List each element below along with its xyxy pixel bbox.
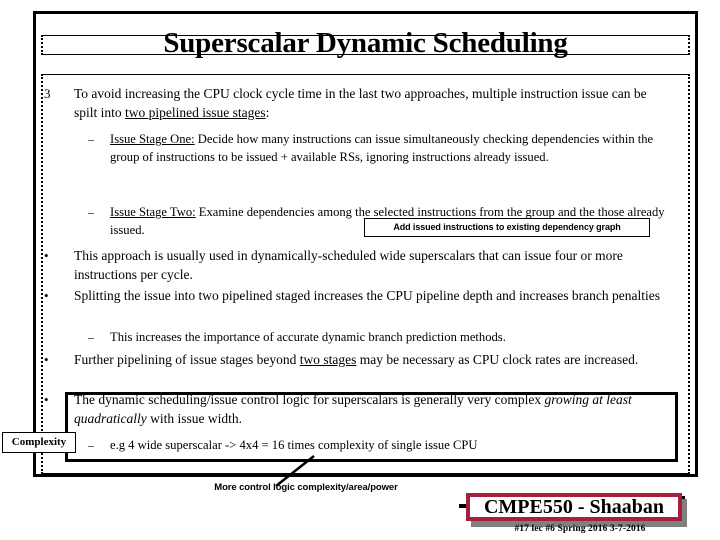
- bullet-marker-icon: •: [44, 288, 49, 303]
- course-badge: CMPE550 - Shaaban: [466, 493, 682, 521]
- complexity-tag: Complexity: [2, 432, 76, 453]
- bullet-item: • Further pipelining of issue stages beyo…: [44, 350, 689, 369]
- bullet-marker-icon: –: [88, 330, 94, 344]
- bullet-marker-icon: –: [88, 132, 94, 146]
- bullet-text-segment: Issue Stage One:: [110, 132, 195, 146]
- bullet-text-segment: Issue Stage Two:: [110, 205, 196, 219]
- bullet-text: Further pipelining of issue stages beyon…: [74, 350, 689, 369]
- diagram-caption: More control logic complexity/area/power: [214, 482, 398, 493]
- bullet-item: – This increases the importance of accura…: [88, 328, 672, 346]
- bullet-text: Issue Stage One: Decide how many instruc…: [110, 130, 672, 166]
- bullet-text: Splitting the issue into two pipelined s…: [74, 286, 672, 305]
- bullet-text-segment: Further pipelining of issue stages beyon…: [74, 352, 300, 367]
- bullet-text-segment: This approach is usually used in dynamic…: [74, 248, 623, 282]
- bullet-marker-icon: •: [44, 352, 49, 367]
- complexity-highlight-box: [65, 392, 678, 462]
- bullet-text-segment: may be necessary as CPU clock rates are …: [356, 352, 639, 367]
- footer-meta: #17 lec #6 Spring 2016 3-7-2016: [514, 524, 646, 534]
- bullet-text: This approach is usually used in dynamic…: [74, 246, 689, 284]
- bullet-text-segment: This increases the importance of accurat…: [110, 330, 506, 344]
- bullet-text-segment: two stages: [299, 352, 357, 367]
- bullet-item: 3 To avoid increasing the CPU clock cycle…: [44, 84, 672, 122]
- bullet-text: This increases the importance of accurat…: [110, 328, 672, 346]
- page-title: Superscalar Dynamic Scheduling: [163, 27, 568, 59]
- bullet-text-segment: :: [265, 105, 270, 120]
- bullet-text-segment: two pipelined issue stages: [125, 105, 266, 120]
- callout-dependency-graph: Add issued instructions to existing depe…: [364, 218, 650, 237]
- bullet-marker-icon: 3: [44, 86, 51, 101]
- bullet-item: • This approach is usually used in dynami…: [44, 246, 689, 284]
- slide-canvas: Superscalar Dynamic Scheduling 3 To avoid…: [0, 0, 720, 540]
- bullet-item: – Issue Stage One: Decide how many instru…: [88, 130, 672, 166]
- bullet-marker-icon: •: [44, 248, 49, 263]
- bullet-marker-icon: –: [88, 205, 94, 219]
- bullet-item: • Splitting the issue into two pipelined …: [44, 286, 672, 305]
- bullet-text: To avoid increasing the CPU clock cycle …: [74, 84, 672, 122]
- bullet-text-segment: Splitting the issue into two pipelined s…: [74, 288, 660, 303]
